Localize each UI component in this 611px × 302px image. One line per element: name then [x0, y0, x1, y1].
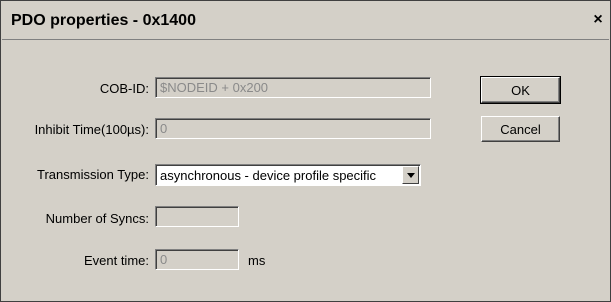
event-time-unit: ms: [248, 253, 266, 268]
inhibit-time-label: Inhibit Time(100µs):: [34, 122, 149, 137]
close-icon[interactable]: ×: [589, 11, 607, 29]
transmission-type-value: asynchronous - device profile specific: [160, 168, 377, 183]
cob-id-label: COB-ID:: [99, 81, 149, 96]
event-time-label: Event time:: [83, 253, 149, 268]
event-time-field[interactable]: 0: [155, 249, 239, 270]
cob-id-field[interactable]: $NODEID + 0x200: [155, 77, 431, 98]
number-of-syncs-field[interactable]: [155, 206, 239, 227]
chevron-down-icon[interactable]: [402, 166, 419, 184]
dialog-title: PDO properties - 0x1400: [11, 12, 196, 29]
title-bar[interactable]: PDO properties - 0x1400 ×: [2, 2, 609, 40]
transmission-type-label: Transmission Type:: [37, 167, 149, 182]
transmission-type-select[interactable]: asynchronous - device profile specific: [155, 164, 421, 186]
ok-button-label: OK: [511, 83, 530, 98]
ok-button[interactable]: OK: [480, 76, 561, 104]
cancel-button-label: Cancel: [500, 122, 541, 137]
pdo-properties-dialog: PDO properties - 0x1400 × COB-ID: $NODEI…: [0, 0, 611, 302]
cancel-button[interactable]: Cancel: [481, 116, 560, 142]
number-of-syncs-label: Number of Syncs:: [45, 211, 149, 226]
inhibit-time-field[interactable]: 0: [155, 118, 431, 139]
